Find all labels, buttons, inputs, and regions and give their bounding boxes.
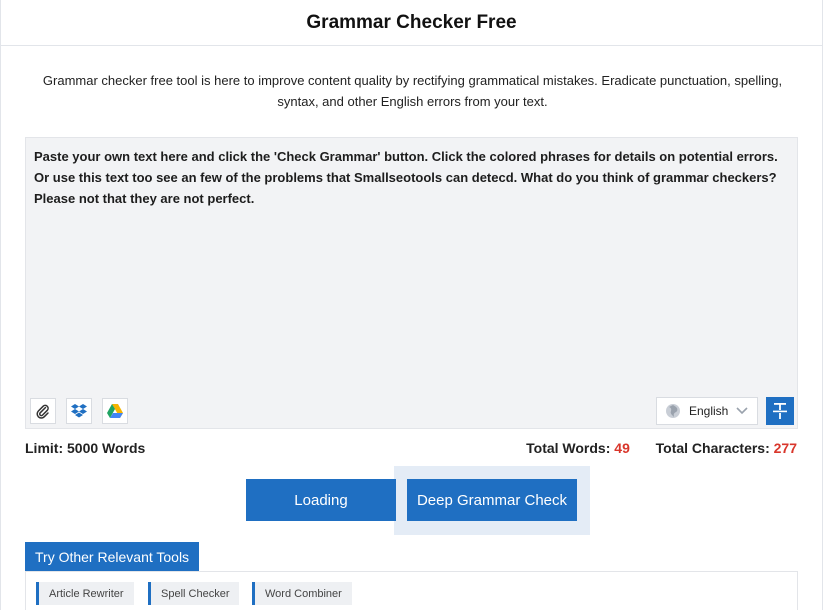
chevron-down-icon xyxy=(736,407,748,415)
tool-link-spell-checker[interactable]: Spell Checker xyxy=(148,582,240,605)
paperclip-icon xyxy=(36,404,49,419)
tool-link-article-rewriter[interactable]: Article Rewriter xyxy=(36,582,134,605)
dropbox-icon xyxy=(71,404,87,418)
globe-icon xyxy=(666,404,680,418)
dropbox-button[interactable] xyxy=(66,398,92,424)
google-drive-button[interactable] xyxy=(102,398,128,424)
total-words-value: 49 xyxy=(614,440,630,456)
deep-grammar-check-button[interactable]: Deep Grammar Check xyxy=(407,479,577,521)
tool-link-word-combiner[interactable]: Word Combiner xyxy=(252,582,352,605)
text-editor[interactable]: Paste your own text here and click the '… xyxy=(25,137,798,429)
page-title: Grammar Checker Free xyxy=(1,0,822,46)
total-characters-value: 277 xyxy=(773,440,797,456)
page: Grammar Checker Free Grammar checker fre… xyxy=(0,0,823,610)
upload-file-button[interactable] xyxy=(30,398,56,424)
relevant-tools-tab[interactable]: Try Other Relevant Tools xyxy=(25,542,200,571)
relevant-tools-list: Article Rewriter Spell Checker Word Comb… xyxy=(25,571,798,610)
text-format-button[interactable] xyxy=(766,397,794,425)
language-label: English xyxy=(689,404,729,418)
check-grammar-button[interactable]: Loading xyxy=(246,479,396,521)
google-drive-icon xyxy=(107,404,123,418)
language-select[interactable]: English xyxy=(656,397,758,425)
editor-content[interactable]: Paste your own text here and click the '… xyxy=(34,146,789,209)
tool-description: Grammar checker free tool is here to imp… xyxy=(42,73,783,109)
word-limit: Limit: 5000 Words xyxy=(25,440,146,456)
total-words-label: Total Words: xyxy=(526,440,611,456)
total-characters-label: Total Characters: xyxy=(655,440,770,456)
text-counts: Total Words: 49 Total Characters: 277 xyxy=(526,440,797,456)
text-format-icon xyxy=(773,403,787,419)
